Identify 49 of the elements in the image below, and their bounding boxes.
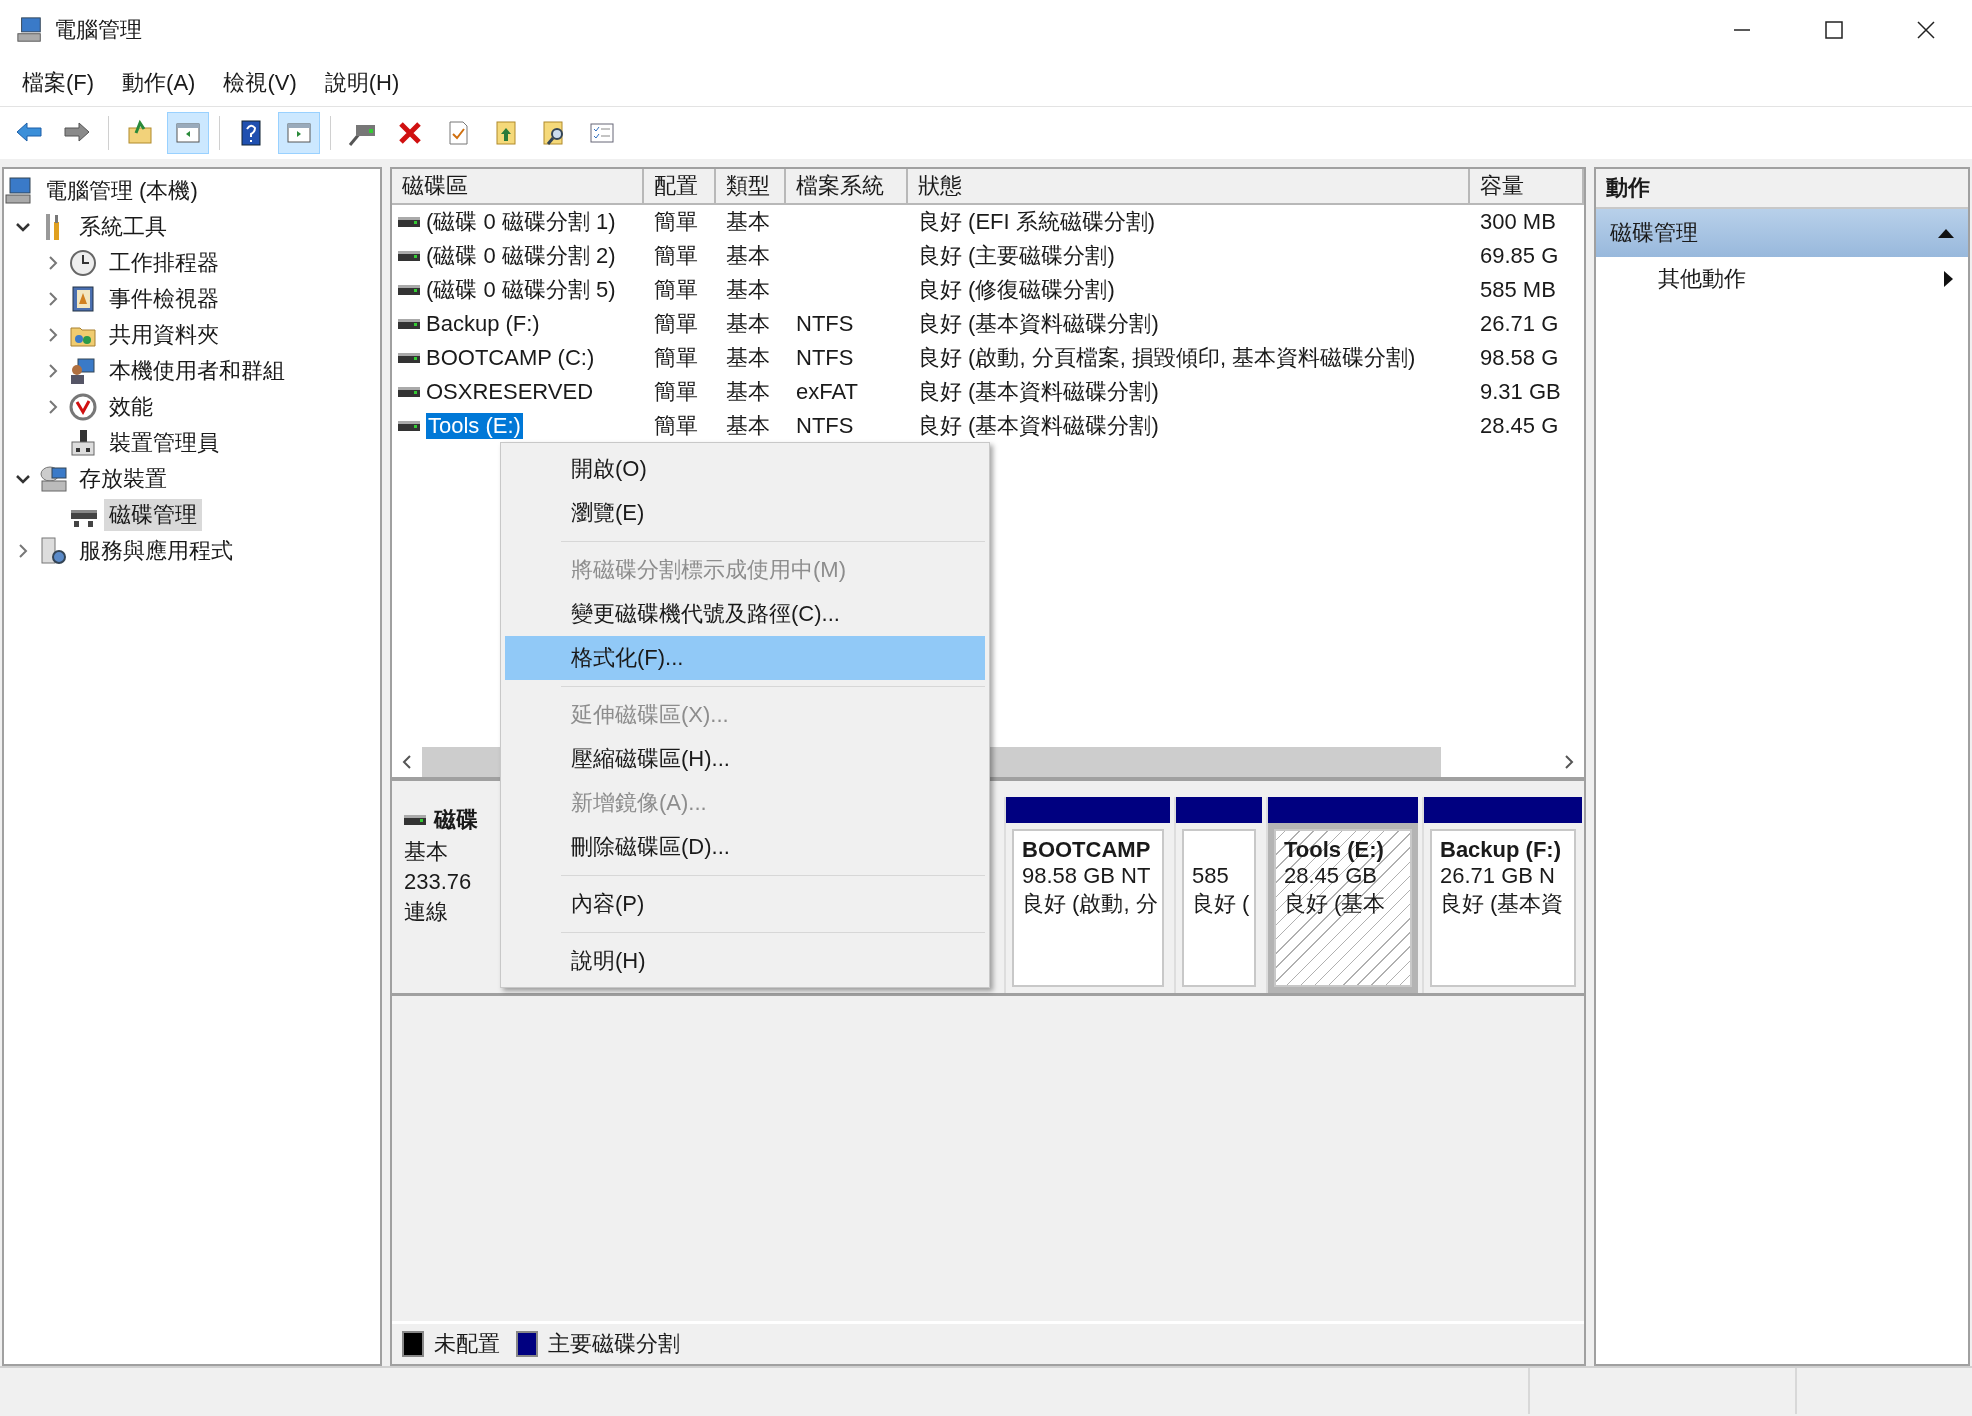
table-cell: NTFS xyxy=(796,345,854,371)
legend-label: 未配置 xyxy=(434,1330,500,1358)
table-cell-text: 基本 xyxy=(726,276,770,304)
table-cell-text: 良好 (啟動, 分頁檔案, 損毀傾印, 基本資料磁碟分割) xyxy=(918,344,1416,372)
partition-status: 良好 (基本 xyxy=(1284,890,1387,918)
table-cell-text: 良好 (基本資料磁碟分割) xyxy=(918,412,1159,440)
window-title: 電腦管理 xyxy=(54,16,143,44)
table-cell-text: 良好 (基本資料磁碟分割) xyxy=(918,378,1159,406)
table-cell-text: 良好 (主要磁碟分割) xyxy=(918,242,1115,270)
table-cell-text: 基本 xyxy=(726,310,770,338)
actions-header: 動作 xyxy=(1596,169,1968,209)
disk-size: 233.76 xyxy=(404,869,473,895)
disk-label: 磁碟 xyxy=(434,806,478,834)
legend-label: 主要磁碟分割 xyxy=(548,1330,680,1358)
partition-name: Tools (E:) xyxy=(1284,837,1385,863)
table-cell-text: 良好 (EFI 系統磁碟分割) xyxy=(918,208,1156,236)
table-cell-text: 簡單 xyxy=(654,310,698,338)
disk-status: 連線 xyxy=(404,898,449,926)
partition-size: 28.45 GB xyxy=(1284,863,1378,889)
table-cell: 585 MB xyxy=(1480,277,1556,303)
table-cell-text: 簡單 xyxy=(654,276,698,304)
table-cell-text: 基本 xyxy=(726,344,770,372)
table-cell: 26.71 G xyxy=(1480,311,1559,337)
table-cell-text: 基本 xyxy=(726,208,770,236)
table-cell-text: 基本 xyxy=(726,378,770,406)
table-cell: 28.45 G xyxy=(1480,413,1559,439)
table-cell-text: 簡單 xyxy=(654,378,698,406)
partition-status: 良好 (基本資 xyxy=(1440,890,1565,918)
table-cell: 98.58 G xyxy=(1480,345,1559,371)
table-cell: NTFS xyxy=(796,413,854,439)
table-cell-text: 簡單 xyxy=(654,344,698,372)
disk-type: 基本 xyxy=(404,838,449,866)
table-cell: 69.85 G xyxy=(1480,243,1559,269)
table-cell-text: 良好 (基本資料磁碟分割) xyxy=(918,310,1159,338)
table-cell: 9.31 GB xyxy=(1480,379,1561,405)
partition-size: 585 xyxy=(1192,863,1230,889)
partition-size: 26.71 GB N xyxy=(1440,863,1556,889)
table-cell-text: 簡單 xyxy=(654,242,698,270)
table-cell-text: 基本 xyxy=(726,242,770,270)
table-cell: exFAT xyxy=(796,379,858,405)
table-cell-text: 簡單 xyxy=(654,412,698,440)
partition-name: BOOTCAMP xyxy=(1022,837,1152,863)
table-cell-text: 簡單 xyxy=(654,208,698,236)
partition-name: Backup (F:) xyxy=(1440,837,1562,863)
table-cell-text: 良好 (修復磁碟分割) xyxy=(918,276,1115,304)
partition-size: 98.58 GB NT xyxy=(1022,863,1152,889)
table-cell: NTFS xyxy=(796,311,854,337)
table-cell: 300 MB xyxy=(1480,209,1556,235)
table-cell-text: 基本 xyxy=(726,412,770,440)
